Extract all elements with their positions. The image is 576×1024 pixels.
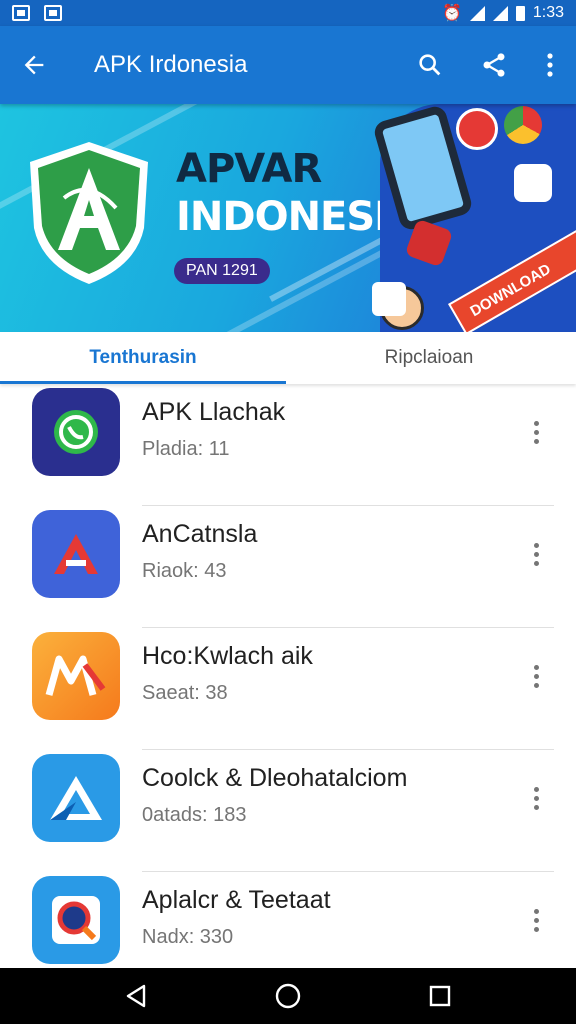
chrome-bubble-icon	[504, 106, 542, 144]
app-name: Hco:Kwlach aik	[142, 642, 313, 670]
nav-home-icon[interactable]	[264, 972, 312, 1020]
nav-recents-icon[interactable]	[416, 972, 464, 1020]
status-bar: ⏰ 1:33	[0, 0, 576, 26]
app-name: Aplalcr & Teetaat	[142, 886, 331, 914]
signal-icon	[492, 5, 508, 21]
alarm-icon: ⏰	[441, 5, 462, 22]
app-name: Coolck & Dleohatalciom	[142, 764, 408, 792]
wifi-icon	[469, 5, 485, 21]
app-list: APK Llachak Pladia: 11 AnCatnsla Riaok: …	[0, 384, 576, 968]
mx-logo-icon	[32, 632, 120, 720]
overflow-menu-icon[interactable]	[530, 37, 570, 93]
more-options-icon[interactable]	[518, 532, 554, 576]
more-options-icon[interactable]	[518, 654, 554, 698]
list-item[interactable]: APK Llachak Pladia: 11	[0, 384, 576, 506]
notification-image-icon	[12, 5, 30, 21]
more-options-icon[interactable]	[518, 776, 554, 820]
music-bubble-icon	[372, 282, 406, 316]
banner-badge: PAN 1291	[174, 258, 270, 284]
back-arrow-icon[interactable]	[6, 37, 62, 93]
app-bubble-icon	[456, 108, 498, 150]
more-options-icon[interactable]	[518, 898, 554, 942]
app-meta: Saeat: 38	[142, 682, 228, 704]
nav-back-icon[interactable]	[112, 972, 160, 1020]
app-name: AnCatnsla	[142, 520, 258, 548]
list-item[interactable]: Aplalcr & Teetaat Nadx: 330	[0, 872, 576, 968]
letter-a-icon	[32, 510, 120, 598]
tab-indicator	[0, 381, 286, 384]
clock: 1:33	[532, 4, 564, 21]
tab-tenthurasin[interactable]: Tenthurasin	[0, 332, 286, 384]
list-item[interactable]: Coolck & Dleohatalciom 0atads: 183	[0, 750, 576, 872]
triangle-drive-icon	[32, 754, 120, 842]
tab-ripclaioan[interactable]: Ripclaioan	[286, 332, 572, 384]
list-item[interactable]: Hco:Kwlach aik Saeat: 38	[0, 628, 576, 750]
app-meta: Pladia: 11	[142, 438, 230, 460]
list-item[interactable]: AnCatnsla Riaok: 43	[0, 506, 576, 628]
app-meta: Nadx: 330	[142, 926, 234, 948]
system-nav-bar	[0, 968, 576, 1024]
app-meta: 0atads: 183	[142, 804, 247, 826]
share-icon[interactable]	[466, 37, 522, 93]
app-toolbar: APK Irdonesia	[0, 26, 576, 104]
search-lens-icon	[32, 876, 120, 964]
video-bubble-icon	[514, 164, 552, 202]
more-options-icon[interactable]	[518, 410, 554, 454]
banner-title: APVAR	[176, 146, 322, 192]
app-meta: Riaok: 43	[142, 560, 227, 582]
apk-shield-logo	[30, 142, 148, 284]
toolbar-title: APK Irdonesia	[94, 51, 248, 78]
tab-bar: Tenthurasin Ripclaioan	[0, 332, 576, 384]
notification-photo-icon	[44, 5, 62, 21]
battery-icon	[515, 5, 525, 21]
app-name: APK Llachak	[142, 398, 286, 426]
promo-banner[interactable]: APVAR INDONESIA PAN 1291 DOWNLOAD	[0, 104, 576, 332]
whatsapp-icon	[32, 388, 120, 476]
search-icon[interactable]	[402, 37, 458, 93]
